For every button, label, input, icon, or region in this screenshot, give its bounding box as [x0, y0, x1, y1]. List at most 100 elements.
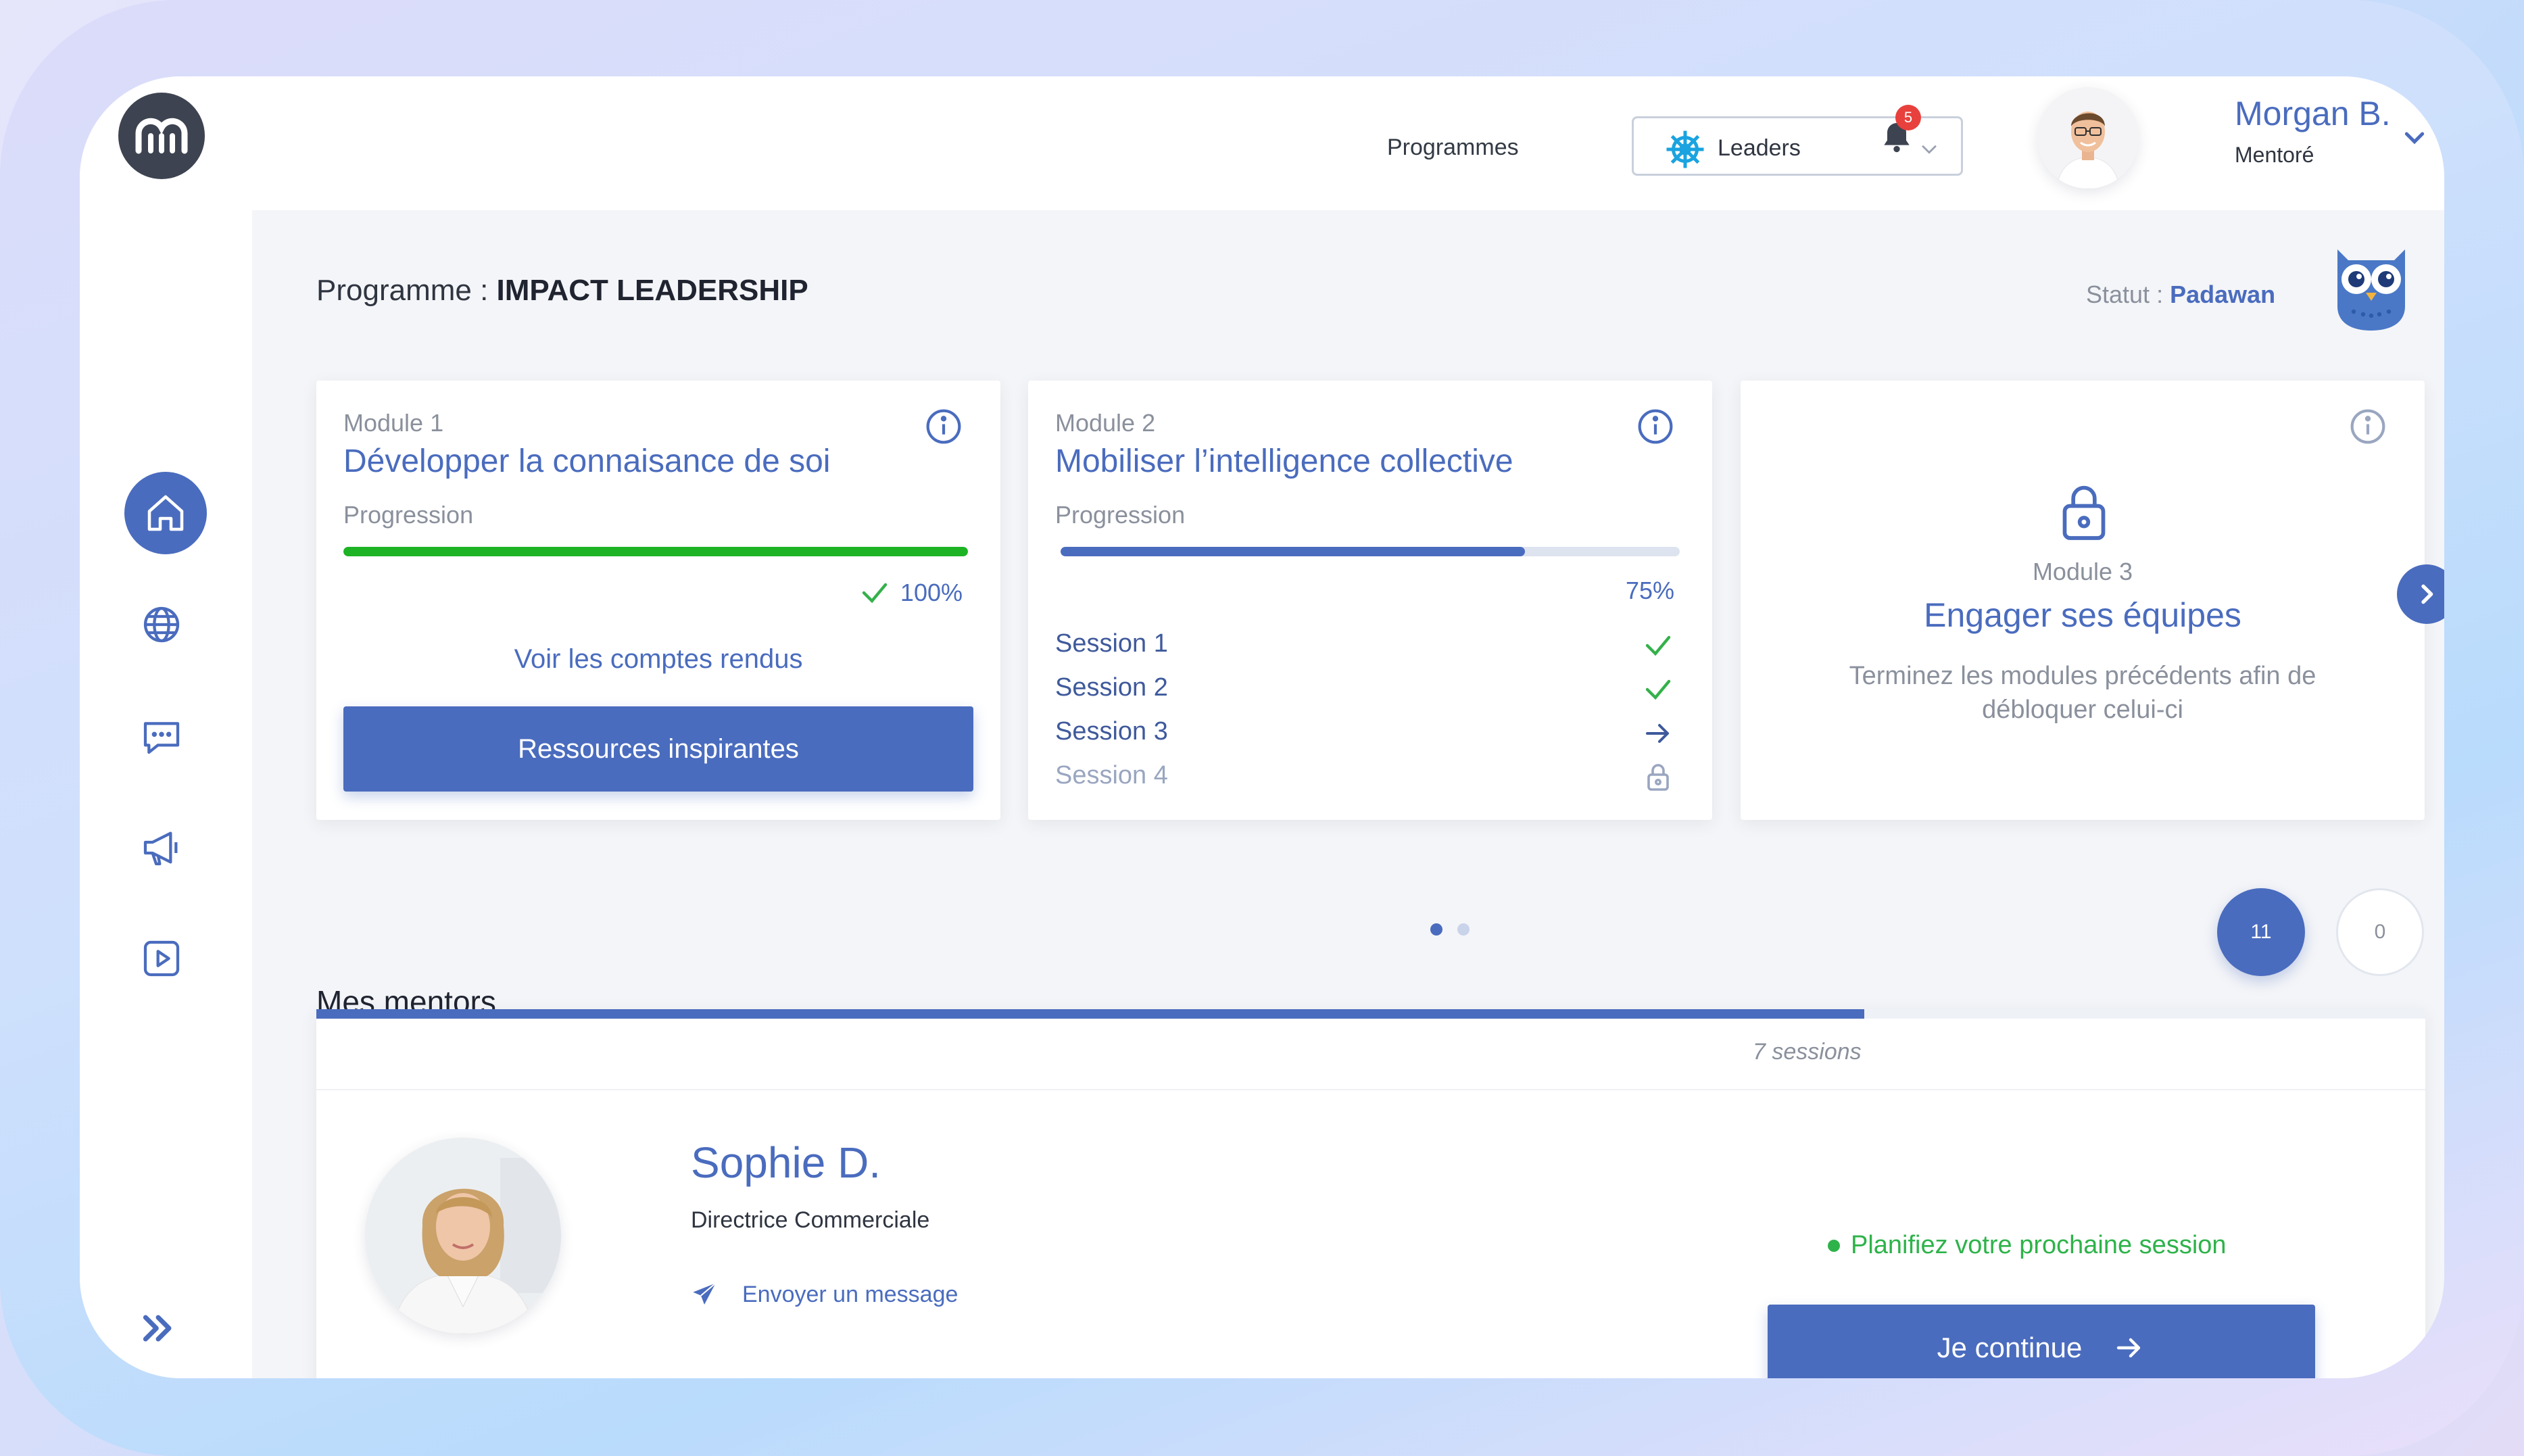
- check-icon: [1645, 679, 1671, 700]
- next-session-hint: Planifiez votre prochaine session: [1828, 1231, 2227, 1260]
- user-menu-toggle[interactable]: [2401, 124, 2428, 154]
- session-row[interactable]: Session 3: [1055, 717, 1680, 746]
- user-name[interactable]: Morgan B.: [2235, 94, 2391, 133]
- module-number: Module 2: [1055, 409, 1156, 437]
- session-label: Session 4: [1055, 761, 1168, 790]
- module-lock: [2058, 482, 2110, 546]
- nav-explore[interactable]: [124, 587, 199, 662]
- module-card-3: Module 3 Engager ses équipes Terminez le…: [1741, 381, 2425, 820]
- paper-plane-icon: [693, 1282, 717, 1305]
- resources-button[interactable]: Ressources inspirantes: [343, 706, 973, 792]
- session-row[interactable]: Session 2: [1055, 673, 1680, 702]
- progress-percent-text: 75%: [1625, 577, 1674, 604]
- status-label: Statut :: [2086, 281, 2170, 308]
- mentor-portrait-icon: [365, 1138, 561, 1334]
- progress-label: Progression: [1055, 501, 1186, 529]
- progress-label: Progression: [343, 501, 474, 529]
- module-title: Mobiliser l’intelligence collective: [1055, 443, 1513, 479]
- locked-hint: Terminez les modules précédents afin de …: [1849, 662, 2316, 724]
- double-chevron-right-icon: [143, 1315, 172, 1342]
- globe-icon: [143, 606, 180, 643]
- owl-mascot: [2329, 244, 2413, 335]
- sidebar: [80, 76, 252, 1378]
- session-label: Session 3: [1055, 717, 1168, 746]
- chevron-down-icon: [2404, 132, 2425, 145]
- arrow-right-icon: [1646, 724, 1669, 743]
- module-title: Développer la connaisance de soi: [343, 443, 831, 479]
- info-icon: [926, 409, 961, 444]
- send-message-link[interactable]: Envoyer un message: [691, 1281, 958, 1308]
- notification-badge: 5: [1895, 105, 1921, 130]
- status-dot: [1828, 1239, 1840, 1252]
- session-label: Session 1: [1055, 629, 1168, 658]
- chevron-down-icon: [1922, 145, 1937, 154]
- carousel-dot-1[interactable]: [1430, 923, 1442, 936]
- next-session-text: Planifiez votre prochaine session: [1851, 1231, 2227, 1259]
- mentor-name[interactable]: Sophie D.: [691, 1138, 881, 1188]
- module-number: Module 1: [343, 409, 444, 437]
- app-logo[interactable]: [118, 93, 205, 179]
- mentor-role: Directrice Commerciale: [691, 1207, 930, 1233]
- progress-bar-fill: [1061, 547, 1525, 556]
- programmes-label: Programmes: [1387, 135, 1519, 160]
- lock-icon: [2062, 485, 2106, 540]
- progress-percent-text: 100%: [900, 579, 963, 606]
- module-card-2: Module 2 Mobiliser l’intelligence collec…: [1028, 381, 1712, 820]
- mentor-sessions-count: 7 sessions: [1753, 1039, 1862, 1065]
- info-icon: [2350, 409, 2385, 444]
- expand-sidebar-button[interactable]: [137, 1307, 180, 1353]
- status-value: Padawan: [2170, 281, 2276, 308]
- continue-label: Je continue: [1937, 1332, 2083, 1363]
- nav-videos[interactable]: [124, 921, 199, 996]
- progress-percent: 75%: [1626, 577, 1674, 605]
- active-mentors-count[interactable]: 11: [2217, 888, 2305, 976]
- info-icon: [1638, 409, 1673, 444]
- progress-percent: 100%: [858, 577, 963, 609]
- mentor-card-divider: [316, 1089, 2425, 1090]
- user-portrait-icon: [2037, 87, 2139, 189]
- progress-bar: [1061, 547, 1680, 556]
- view-reports-link[interactable]: Voir les comptes rendus: [316, 644, 1000, 675]
- carousel-dot-2[interactable]: [1457, 923, 1470, 936]
- progress-bar-fill: [343, 547, 968, 556]
- mentor-avatar: [365, 1138, 561, 1334]
- module-info-button[interactable]: [2349, 408, 2387, 449]
- nav-announcements[interactable]: [124, 810, 199, 885]
- session-row: Session 4: [1055, 761, 1680, 791]
- check-icon: [1645, 635, 1671, 656]
- module-number: Module 3: [2032, 558, 2133, 585]
- carousel-dots: [1430, 923, 1470, 936]
- chevron-right-icon: [2421, 584, 2433, 604]
- other-mentors-count[interactable]: 0: [2336, 888, 2424, 976]
- chat-icon: [143, 722, 180, 754]
- home-icon: [147, 495, 184, 531]
- arrow-right-icon: [2117, 1338, 2141, 1358]
- module-card-1: Module 1 Développer la connaisance de so…: [316, 381, 1000, 820]
- user-role: Mentoré: [2235, 143, 2314, 167]
- module-info-button[interactable]: [1636, 408, 1674, 449]
- progress-bar: [343, 547, 968, 556]
- nav-home[interactable]: [124, 472, 207, 554]
- session-row[interactable]: Session 1: [1055, 629, 1680, 658]
- module-title: Engager ses équipes: [1924, 596, 2241, 634]
- page-title-prefix: Programme :: [316, 274, 497, 307]
- send-message-label: Envoyer un message: [742, 1281, 958, 1307]
- play-icon: [143, 940, 180, 977]
- page-title-name: IMPACT LEADERSHIP: [496, 274, 808, 307]
- user-status: Statut : Padawan: [2086, 281, 2275, 309]
- continue-button[interactable]: Je continue: [1768, 1305, 2315, 1378]
- check-icon: [862, 583, 888, 604]
- user-avatar[interactable]: [2037, 87, 2139, 189]
- owl-icon: [2337, 249, 2405, 331]
- mentor-card: 7 sessions Sophie D. Directrice Commerci…: [316, 1009, 2425, 1378]
- megaphone-icon: [143, 831, 178, 866]
- page-title: Programme : IMPACT LEADERSHIP: [316, 274, 808, 308]
- lock-icon: [1647, 764, 1669, 791]
- session-label: Session 2: [1055, 673, 1168, 702]
- ship-wheel-icon: [1666, 130, 1704, 168]
- nav-messages[interactable]: [124, 699, 199, 773]
- mentor-progress-fill: [316, 1009, 1865, 1019]
- module-info-button[interactable]: [925, 408, 963, 449]
- logo-m-icon: [135, 118, 188, 154]
- mentor-progress-bar: [316, 1009, 2425, 1019]
